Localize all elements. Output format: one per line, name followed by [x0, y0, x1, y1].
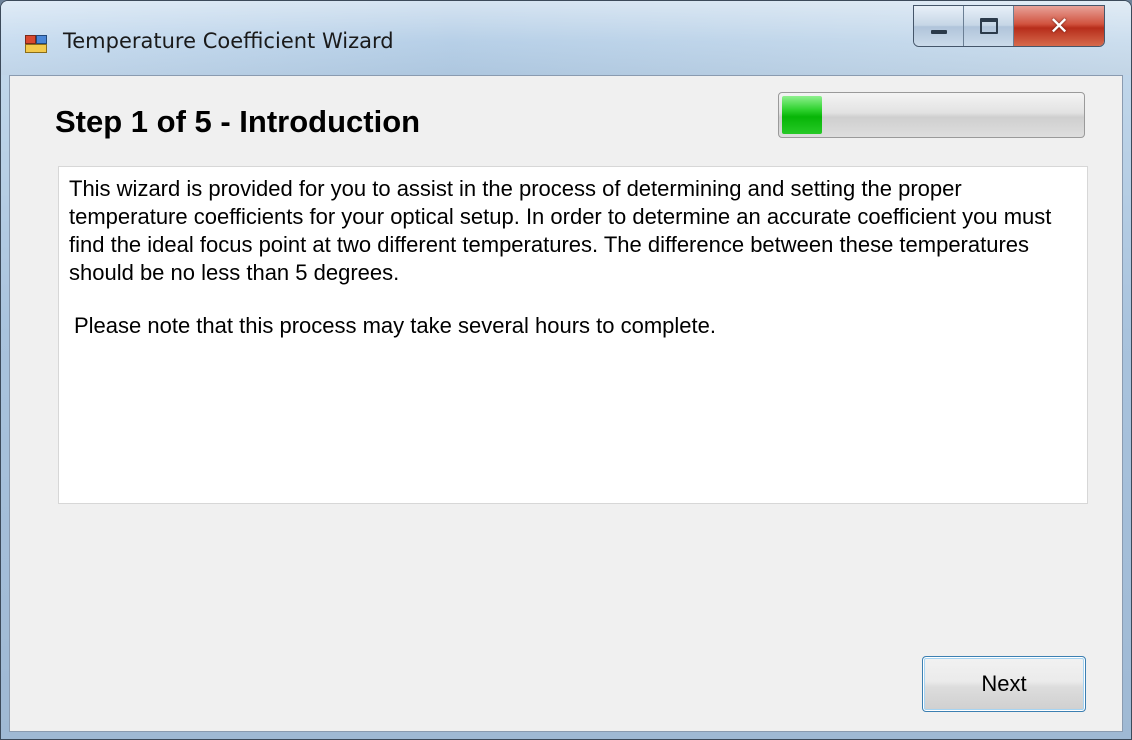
maximize-button[interactable]: [964, 6, 1014, 46]
window-title: Temperature Coefficient Wizard: [63, 29, 394, 53]
title-bar[interactable]: Temperature Coefficient Wizard ✕: [1, 1, 1131, 75]
minimize-icon: [930, 30, 947, 34]
application-icon[interactable]: [25, 33, 47, 53]
progress-fill: [782, 96, 822, 134]
close-icon: ✕: [1048, 12, 1070, 40]
note-text: Please note that this process may take s…: [74, 313, 716, 338]
close-button[interactable]: ✕: [1014, 6, 1104, 46]
minimize-button[interactable]: [914, 6, 964, 46]
step-title: Step 1 of 5 - Introduction: [55, 104, 421, 139]
wizard-window: Temperature Coefficient Wizard ✕ Step 1 …: [0, 0, 1132, 740]
wizard-client-area: Step 1 of 5 - Introduction This wizard i…: [9, 75, 1123, 732]
maximize-icon: [979, 18, 998, 34]
next-button[interactable]: Next: [922, 656, 1086, 712]
window-controls: ✕: [913, 5, 1105, 47]
description-panel: This wizard is provided for you to assis…: [58, 166, 1088, 504]
wizard-progress-bar: [778, 92, 1085, 138]
description-text: This wizard is provided for you to assis…: [69, 176, 1052, 285]
